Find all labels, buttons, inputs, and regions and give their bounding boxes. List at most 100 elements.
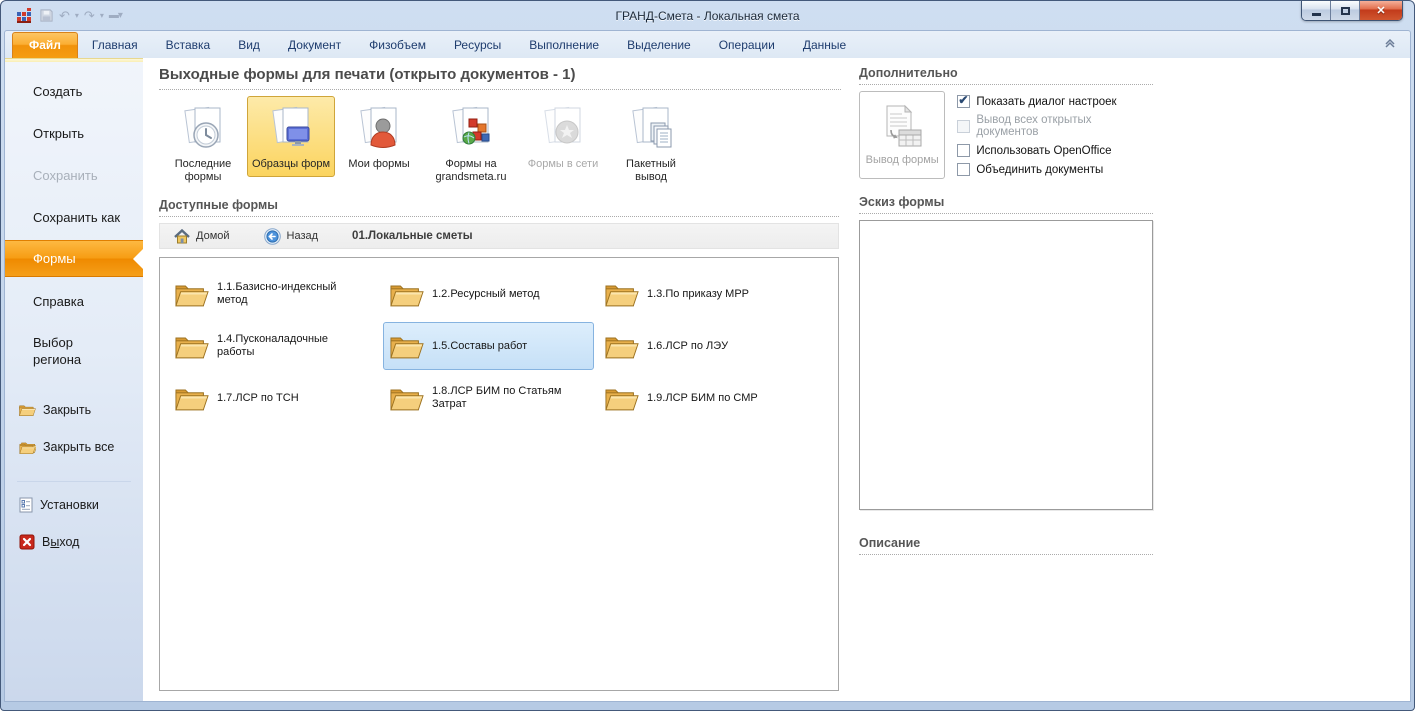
- sidebar-item-close[interactable]: Закрыть: [5, 391, 143, 428]
- forms-main-panel: Выходные формы для печати (открыто докум…: [143, 58, 841, 701]
- minimize-button[interactable]: [1302, 1, 1331, 20]
- tab-glavnaya[interactable]: Главная: [78, 33, 152, 58]
- folder-icon: [390, 333, 424, 360]
- close-icon: ✕: [1376, 5, 1386, 17]
- close-button[interactable]: ✕: [1360, 1, 1402, 20]
- app-window: ↶ ▾ ↷ ▾ ▬▾ ГРАНД-Смета - Локальная смета ✕…: [0, 0, 1415, 711]
- category-forms-grandsmeta[interactable]: Формы на grandsmeta.ru: [423, 96, 519, 190]
- forms-folder-list: 1.1.Базисно-индексный метод 1.2.Ресурсны…: [159, 257, 839, 691]
- home-button[interactable]: Домой: [170, 227, 234, 246]
- window-title: ГРАНД-Смета - Локальная смета: [615, 8, 800, 23]
- category-sample-forms[interactable]: Образцы форм: [247, 96, 335, 177]
- output-form-button: Вывод формы: [859, 91, 946, 179]
- folder-icon: [390, 281, 424, 308]
- sidebar-item-help[interactable]: Справка: [5, 279, 143, 323]
- sidebar-item-create[interactable]: Создать: [5, 70, 143, 112]
- folder-item[interactable]: 1.1.Базисно-индексный метод: [168, 270, 379, 318]
- settings-page-icon: [19, 497, 33, 512]
- minimize-icon: [1311, 12, 1321, 16]
- breadcrumb: 01.Локальные сметы: [352, 230, 473, 242]
- tab-resursy[interactable]: Ресурсы: [440, 33, 515, 58]
- exit-icon: [19, 534, 35, 549]
- sidebar-divider: [17, 481, 131, 482]
- sidebar-item-exit[interactable]: Выход: [5, 523, 143, 560]
- tab-dokument[interactable]: Документ: [274, 33, 355, 58]
- category-forms-network: Формы в сети: [519, 96, 607, 177]
- category-recent-forms[interactable]: Последние формы: [159, 96, 247, 190]
- back-icon: [263, 227, 281, 245]
- backstage-view: Создать Открыть Сохранить Сохранить как …: [4, 58, 1411, 702]
- maximize-button[interactable]: [1331, 1, 1360, 20]
- folder-item[interactable]: 1.7.ЛСР по ТСН: [168, 374, 379, 422]
- tab-vid[interactable]: Вид: [224, 33, 274, 58]
- tab-vypolnenie[interactable]: Выполнение: [515, 33, 613, 58]
- folder-icon: [175, 281, 209, 308]
- tab-fizobem[interactable]: Физобъем: [355, 33, 440, 58]
- maximize-icon: [1340, 6, 1350, 15]
- checkbox-checked-icon: [957, 93, 971, 108]
- sidebar-item-settings[interactable]: Установки: [5, 486, 143, 523]
- network-forms-icon: [522, 103, 604, 155]
- folder-item[interactable]: 1.9.ЛСР БИМ по СМР: [598, 374, 809, 422]
- folder-item[interactable]: 1.4.Пусконаладочные работы: [168, 322, 379, 370]
- back-button[interactable]: Назад: [260, 226, 323, 247]
- sidebar-item-region[interactable]: Выбор региона: [5, 323, 115, 379]
- additional-header: Дополнительно: [859, 66, 958, 80]
- folder-close-icon: [19, 403, 36, 417]
- tab-file[interactable]: Файл: [12, 32, 78, 58]
- divider: [859, 213, 1153, 214]
- folder-item[interactable]: 1.8.ЛСР БИМ по Статьям Затрат: [383, 374, 594, 422]
- folder-icon: [175, 385, 209, 412]
- checkbox-unchecked-icon: [957, 163, 971, 176]
- divider: [159, 89, 841, 90]
- sidebar-item-save: Сохранить: [33, 167, 98, 183]
- folder-item-selected[interactable]: 1.5.Составы работ: [383, 322, 594, 370]
- recent-forms-icon: [162, 103, 244, 155]
- folder-item[interactable]: 1.2.Ресурсный метод: [383, 270, 594, 318]
- category-my-forms[interactable]: Мои формы: [335, 96, 423, 177]
- folder-icon: [605, 385, 639, 412]
- folder-icon: [390, 385, 424, 412]
- page-title: Выходные формы для печати (открыто докум…: [159, 66, 576, 83]
- folder-toolbar: Домой Назад 01.Локальные сметы: [159, 223, 839, 249]
- sample-forms-icon: [250, 103, 332, 155]
- title-bar: ↶ ▾ ↷ ▾ ▬▾ ГРАНД-Смета - Локальная смета ✕: [4, 1, 1411, 30]
- divider: [859, 554, 1153, 555]
- additional-panel: Дополнительно Вывод формы ✔ Показать диа…: [841, 58, 1153, 701]
- sidebar-item-forms[interactable]: Формы: [5, 240, 143, 277]
- checkbox-use-openoffice[interactable]: Использовать OpenOffice: [957, 144, 1153, 157]
- category-batch-output[interactable]: Пакетный вывод: [607, 96, 695, 190]
- sidebar-item-open[interactable]: Открыть: [5, 112, 143, 154]
- backstage-accent-line: [5, 58, 143, 62]
- checkbox-show-settings-dialog[interactable]: Показать диалог настроек: [957, 93, 1153, 108]
- home-icon: [174, 228, 190, 243]
- backstage-content: Выходные формы для печати (открыто докум…: [143, 58, 1410, 701]
- backstage-sidebar: Создать Открыть Сохранить Сохранить как …: [5, 58, 143, 701]
- form-thumbnail-preview: [859, 220, 1153, 510]
- tab-dannye[interactable]: Данные: [789, 33, 860, 58]
- sidebar-item-close-all[interactable]: Закрыть все: [5, 428, 143, 465]
- folder-icon: [605, 333, 639, 360]
- divider: [159, 216, 839, 217]
- collapse-ribbon-icon[interactable]: [1384, 39, 1396, 49]
- folder-icon: [605, 281, 639, 308]
- grandsmeta-forms-icon: [426, 103, 516, 155]
- sidebar-item-save-as[interactable]: Сохранить как: [5, 196, 143, 238]
- output-form-icon: [886, 104, 922, 147]
- my-forms-icon: [338, 103, 420, 155]
- divider: [859, 84, 1153, 85]
- folders-close-all-icon: [19, 440, 36, 454]
- window-controls: ✕: [1301, 1, 1403, 21]
- batch-output-icon: [610, 103, 692, 155]
- tab-vstavka[interactable]: Вставка: [152, 33, 225, 58]
- form-category-row: Последние формы Образцы форм Мои формы Ф…: [159, 96, 841, 190]
- selected-notch: [133, 248, 143, 269]
- checkbox-unchecked-icon: [957, 144, 971, 157]
- tab-vydelenie[interactable]: Выделение: [613, 33, 705, 58]
- thumbnail-header: Эскиз формы: [859, 195, 945, 209]
- ribbon-tab-bar: Файл Главная Вставка Вид Документ Физобъ…: [4, 30, 1411, 58]
- checkbox-merge-documents[interactable]: Объединить документы: [957, 163, 1153, 176]
- tab-operacii[interactable]: Операции: [705, 33, 789, 58]
- folder-item[interactable]: 1.3.По приказу МРР: [598, 270, 809, 318]
- folder-item[interactable]: 1.6.ЛСР по ЛЭУ: [598, 322, 809, 370]
